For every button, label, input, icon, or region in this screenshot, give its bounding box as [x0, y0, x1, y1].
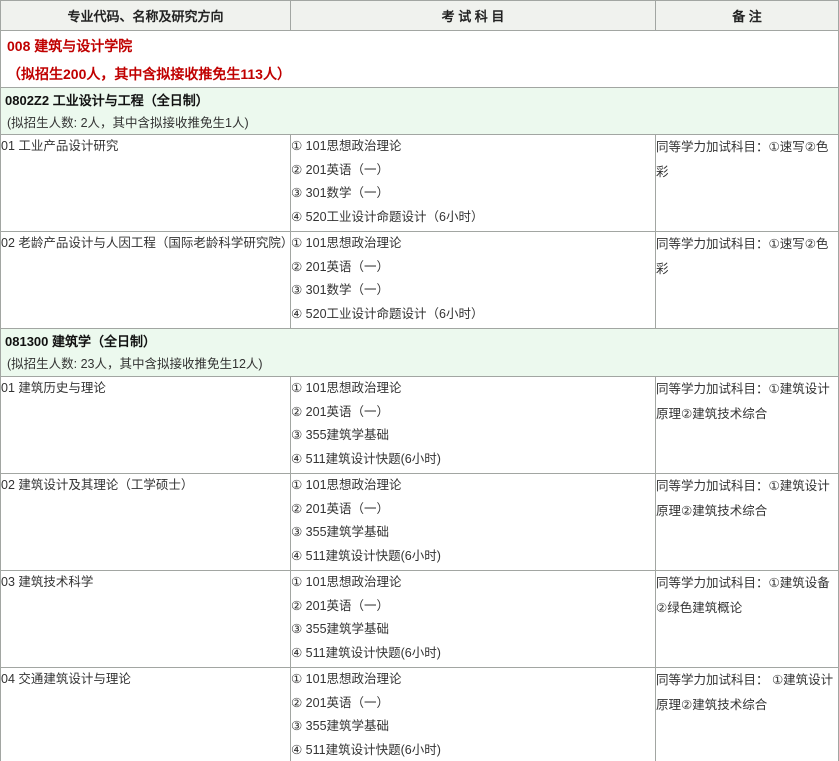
subject-line: ① 101思想政治理论: [291, 474, 655, 498]
subject-line: ④ 520工业设计命题设计（6小时）: [291, 206, 655, 230]
college-title: 008 建筑与设计学院: [1, 31, 838, 59]
direction-cell: 02 建筑设计及其理论（工学硕士）: [1, 474, 291, 571]
subject-line: ③ 355建筑学基础: [291, 424, 655, 448]
table-row: 01 建筑历史与理论 ① 101思想政治理论 ② 201英语（一） ③ 355建…: [1, 377, 839, 474]
section-title: 0802Z2 工业设计与工程（全日制）: [1, 88, 838, 112]
direction-cell: 01 工业产品设计研究: [1, 135, 291, 232]
subjects-cell: ① 101思想政治理论 ② 201英语（一） ③ 355建筑学基础 ④ 511建…: [291, 377, 656, 474]
remark-cell: 同等学力加试科目：①速写②色彩: [656, 232, 839, 329]
subject-line: ① 101思想政治理论: [291, 668, 655, 692]
subject-line: ③ 355建筑学基础: [291, 618, 655, 642]
subject-line: ③ 355建筑学基础: [291, 715, 655, 739]
section-title: 081300 建筑学（全日制）: [1, 329, 838, 353]
table-row: 01 工业产品设计研究 ① 101思想政治理论 ② 201英语（一） ③ 301…: [1, 135, 839, 232]
subjects-cell: ① 101思想政治理论 ② 201英语（一） ③ 355建筑学基础 ④ 511建…: [291, 474, 656, 571]
subject-line: ② 201英语（一）: [291, 159, 655, 183]
college-cell: 008 建筑与设计学院 （拟招生200人，其中含拟接收推免生113人）: [1, 31, 839, 88]
remark-cell: 同等学力加试科目： ①建筑设计原理②建筑技术综合: [656, 668, 839, 761]
subject-line: ④ 511建筑设计快题(6小时): [291, 545, 655, 569]
section-band: 0802Z2 工业设计与工程（全日制） (拟招生人数: 2人，其中含拟接收推免生…: [1, 88, 839, 135]
subject-line: ④ 520工业设计命题设计（6小时）: [291, 303, 655, 327]
remark-cell: 同等学力加试科目：①建筑设备②绿色建筑概论: [656, 571, 839, 668]
subjects-cell: ① 101思想政治理论 ② 201英语（一） ③ 301数学（一） ④ 520工…: [291, 135, 656, 232]
subject-line: ③ 301数学（一）: [291, 279, 655, 303]
direction-cell: 01 建筑历史与理论: [1, 377, 291, 474]
table-row: 04 交通建筑设计与理论 ① 101思想政治理论 ② 201英语（一） ③ 35…: [1, 668, 839, 761]
subjects-cell: ① 101思想政治理论 ② 201英语（一） ③ 355建筑学基础 ④ 511建…: [291, 668, 656, 761]
college-quota: （拟招生200人，其中含拟接收推免生113人）: [1, 59, 838, 87]
subject-line: ① 101思想政治理论: [291, 232, 655, 256]
subject-line: ② 201英语（一）: [291, 498, 655, 522]
header-remarks: 备 注: [656, 1, 839, 31]
subject-line: ① 101思想政治理论: [291, 377, 655, 401]
admissions-table: 专业代码、名称及研究方向 考 试 科 目 备 注 008 建筑与设计学院 （拟招…: [0, 0, 839, 761]
subject-line: ② 201英语（一）: [291, 401, 655, 425]
section-quota: (拟招生人数: 2人，其中含拟接收推免生1人): [1, 112, 838, 134]
remark-cell: 同等学力加试科目：①建筑设计原理②建筑技术综合: [656, 377, 839, 474]
table-header-row: 专业代码、名称及研究方向 考 试 科 目 备 注: [1, 1, 839, 31]
subjects-cell: ① 101思想政治理论 ② 201英语（一） ③ 355建筑学基础 ④ 511建…: [291, 571, 656, 668]
header-exam-subjects: 考 试 科 目: [291, 1, 656, 31]
college-section-row: 008 建筑与设计学院 （拟招生200人，其中含拟接收推免生113人）: [1, 31, 839, 88]
remark-cell: 同等学力加试科目：①建筑设计原理②建筑技术综合: [656, 474, 839, 571]
subject-line: ④ 511建筑设计快题(6小时): [291, 642, 655, 666]
subject-line: ② 201英语（一）: [291, 595, 655, 619]
subject-line: ② 201英语（一）: [291, 256, 655, 280]
section-cell: 081300 建筑学（全日制） (拟招生人数: 23人，其中含拟接收推免生12人…: [1, 329, 839, 377]
table-row: 02 老龄产品设计与人因工程（国际老龄科学研究院） ① 101思想政治理论 ② …: [1, 232, 839, 329]
direction-cell: 02 老龄产品设计与人因工程（国际老龄科学研究院）: [1, 232, 291, 329]
table-row: 02 建筑设计及其理论（工学硕士） ① 101思想政治理论 ② 201英语（一）…: [1, 474, 839, 571]
subject-line: ③ 301数学（一）: [291, 182, 655, 206]
subject-line: ③ 355建筑学基础: [291, 521, 655, 545]
section-cell: 0802Z2 工业设计与工程（全日制） (拟招生人数: 2人，其中含拟接收推免生…: [1, 88, 839, 135]
direction-cell: 03 建筑技术科学: [1, 571, 291, 668]
admissions-catalog-page: 专业代码、名称及研究方向 考 试 科 目 备 注 008 建筑与设计学院 （拟招…: [0, 0, 839, 761]
section-quota: (拟招生人数: 23人，其中含拟接收推免生12人): [1, 353, 838, 375]
header-major-code: 专业代码、名称及研究方向: [1, 1, 291, 31]
subject-line: ④ 511建筑设计快题(6小时): [291, 448, 655, 472]
subject-line: ① 101思想政治理论: [291, 135, 655, 159]
remark-cell: 同等学力加试科目：①速写②色彩: [656, 135, 839, 232]
subject-line: ② 201英语（一）: [291, 692, 655, 716]
subject-line: ④ 511建筑设计快题(6小时): [291, 739, 655, 761]
subject-line: ① 101思想政治理论: [291, 571, 655, 595]
table-row: 03 建筑技术科学 ① 101思想政治理论 ② 201英语（一） ③ 355建筑…: [1, 571, 839, 668]
subjects-cell: ① 101思想政治理论 ② 201英语（一） ③ 301数学（一） ④ 520工…: [291, 232, 656, 329]
section-band: 081300 建筑学（全日制） (拟招生人数: 23人，其中含拟接收推免生12人…: [1, 329, 839, 377]
direction-cell: 04 交通建筑设计与理论: [1, 668, 291, 761]
